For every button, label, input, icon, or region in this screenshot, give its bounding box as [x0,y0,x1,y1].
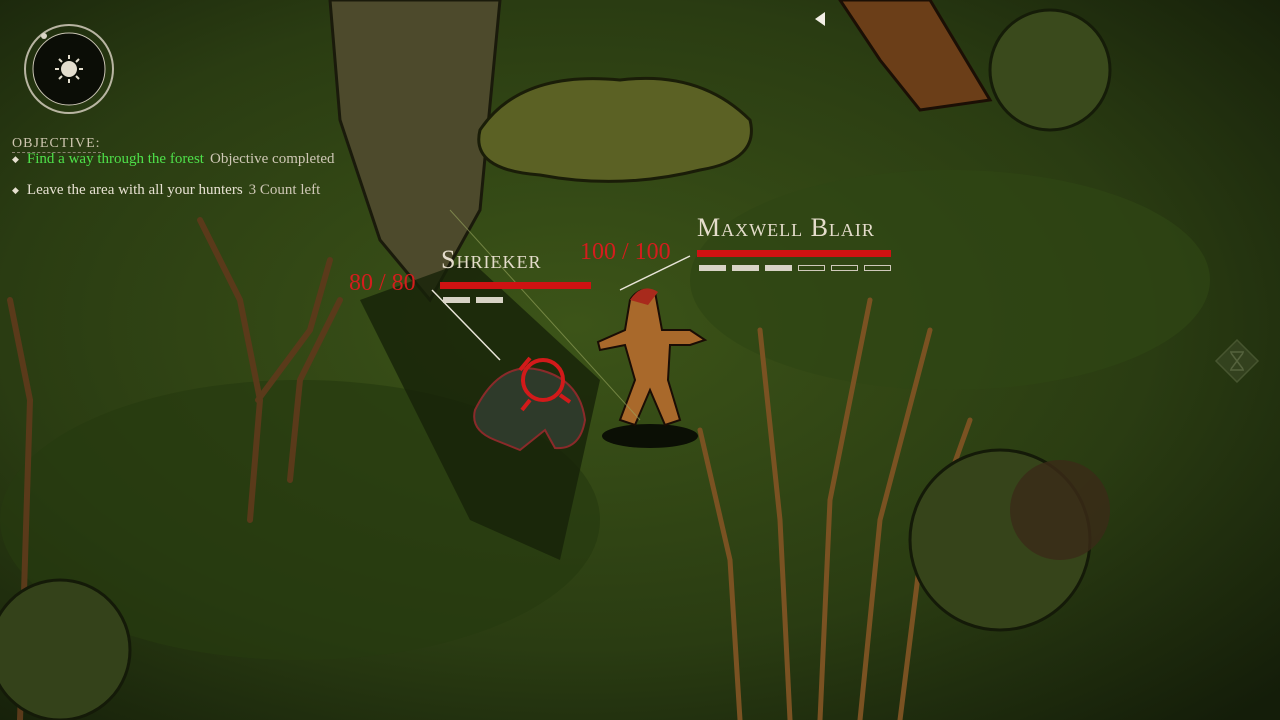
action-point-filled [699,265,726,271]
objective-label: Find a way through the forest [26,151,204,167]
forest-scene [0,0,1280,720]
action-point-empty [831,265,858,271]
enemy-action-points [443,297,503,303]
hunter-hp-text: 100 / 100 [580,239,671,265]
enemy-hp-text: 80 / 80 [349,270,416,296]
objective-status: Objective completed [209,151,335,167]
enemy-health-bar [440,282,591,289]
diamond-bullet-icon: ◆ [12,185,19,196]
objective-status: 3 Count left [248,182,321,198]
objective-item-2: ◆ Leave the area with all your hunters 3 C… [12,182,320,199]
objective-label: Leave the area with all your hunters [26,182,243,198]
hunter-name: Maxwell Blair [697,213,875,242]
action-point-filled [732,265,759,271]
diamond-bullet-icon: ◆ [12,154,19,165]
day-cycle-dial[interactable] [22,22,116,116]
action-point-filled [476,297,503,303]
action-point-empty [798,265,825,271]
action-point-empty [864,265,891,271]
action-point-filled [765,265,792,271]
objective-item-1: ◆ Find a way through the forest Objective … [12,151,335,168]
action-point-filled [443,297,470,303]
back-arrow-icon[interactable] [812,10,830,28]
hunter-action-points [699,265,891,271]
enemy-name: Shrieker [441,245,542,274]
objectives-panel: OBJECTIVE: [12,132,101,153]
x-icon[interactable] [1214,338,1260,384]
hunter-health-bar [697,250,891,257]
